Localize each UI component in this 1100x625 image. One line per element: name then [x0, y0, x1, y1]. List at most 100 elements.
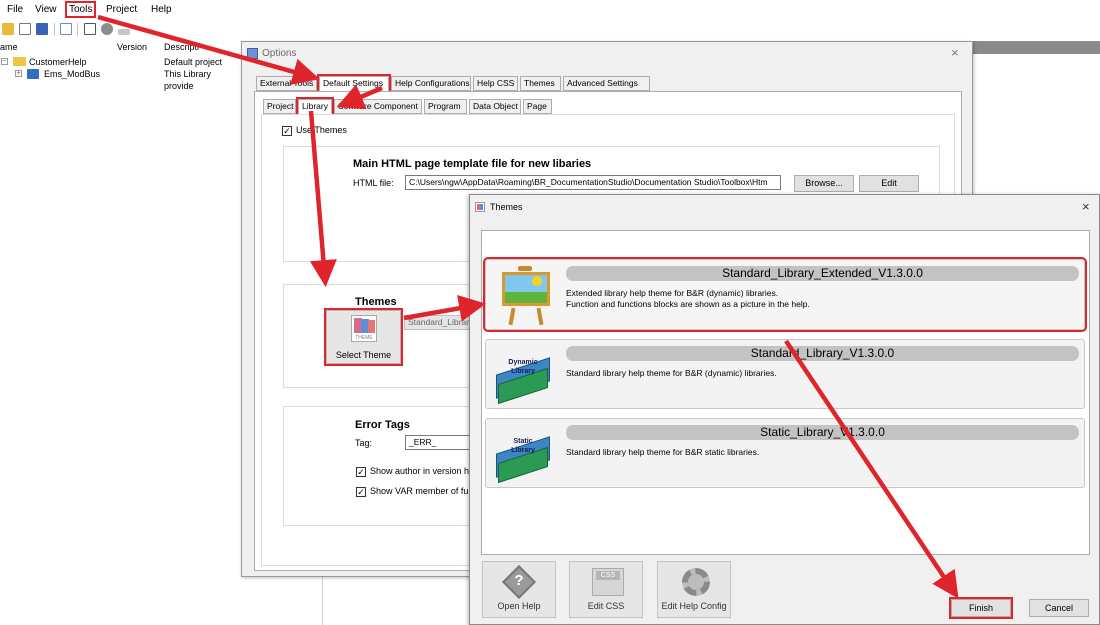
tab-themes[interactable]: Themes — [520, 76, 561, 91]
books-icon: Static Library — [494, 431, 554, 484]
book-label: Static Library — [511, 438, 535, 454]
browse-button[interactable]: Browse... — [794, 175, 854, 192]
tab-help-configurations[interactable]: Help Configurations — [391, 76, 471, 91]
css-icon-text: CSS — [596, 571, 620, 580]
html-file-input[interactable]: C:\Users\ngw\AppData\Roaming\BR_Document… — [405, 175, 781, 190]
theme-icon-text: THEME — [355, 335, 373, 341]
close-icon[interactable]: × — [951, 45, 959, 60]
theme-name: Standard_Library_Extended_V1.3.0.0 — [566, 266, 1079, 281]
new-file-icon[interactable] — [19, 23, 31, 35]
tree-item-label: Ems_ModBus — [44, 69, 101, 79]
select-theme-label: Select Theme — [335, 350, 392, 360]
theme-description: Standard library help theme for B&R stat… — [566, 447, 759, 458]
tree-item-label: CustomerHelp — [29, 57, 87, 67]
tab-bar: External Tools Default Settings Help Con… — [256, 74, 956, 93]
css-icon: CSS — [592, 568, 624, 596]
open-help-button[interactable]: ? Open Help — [482, 561, 556, 618]
theme-name: Standard_Library_V1.3.0.0 — [566, 346, 1079, 361]
edit-help-config-label: Edit Help Config — [661, 601, 727, 611]
book-label: Dynamic Library — [508, 359, 538, 375]
edit-help-config-button[interactable]: Edit Help Config — [657, 561, 731, 618]
dialog-title: Themes — [490, 202, 523, 212]
cancel-button[interactable]: Cancel — [1029, 599, 1089, 617]
column-version[interactable]: Version — [117, 42, 147, 52]
dialog-title: Options — [262, 48, 297, 59]
tag-label: Tag: — [355, 438, 373, 448]
menu-view[interactable]: View — [33, 3, 59, 16]
template-heading: Main HTML page template file for new lib… — [353, 158, 592, 170]
menu-project[interactable]: Project — [104, 3, 139, 16]
menu-help[interactable]: Help — [149, 3, 174, 16]
tree-row[interactable]: − CustomerHelp Default project — [0, 56, 240, 68]
folder-icon — [13, 57, 26, 66]
theme-description-line: Function and functions blocks are shown … — [566, 299, 810, 309]
save-icon[interactable] — [36, 23, 48, 35]
toolbar — [0, 20, 240, 39]
theme-description-line: Standard library help theme for B&R stat… — [566, 447, 760, 457]
show-var-checkbox[interactable]: ✓ — [356, 487, 366, 497]
tab-advanced-settings[interactable]: Advanced Settings — [563, 76, 650, 91]
subtab-software-component[interactable]: Software Component — [334, 99, 422, 114]
show-author-label: Show author in version his — [370, 466, 476, 476]
column-description[interactable]: Descripti — [164, 42, 199, 52]
subtab-data-object[interactable]: Data Object — [469, 99, 521, 114]
theme-icon-stripe — [480, 204, 483, 210]
toolbar-separator — [54, 23, 55, 36]
subtab-project[interactable]: Project — [263, 99, 296, 114]
tree-icon[interactable] — [60, 23, 72, 35]
menu-bar: File View Tools Project Help — [0, 0, 1100, 21]
easel-leg — [508, 307, 516, 326]
column-name[interactable]: ame — [0, 42, 18, 52]
edit-css-label: Edit CSS — [587, 601, 625, 611]
expand-icon[interactable]: + — [15, 70, 22, 77]
edit-button[interactable]: Edit — [859, 175, 919, 192]
theme-item-static[interactable]: Static Library Static_Library_V1.3.0.0 S… — [485, 418, 1085, 488]
toolbar-separator — [77, 23, 78, 36]
options-window-icon — [247, 48, 258, 59]
error-tags-heading: Error Tags — [355, 419, 410, 431]
theme-name: Static_Library_V1.3.0.0 — [566, 425, 1079, 440]
open-folder-icon[interactable] — [2, 23, 14, 35]
select-theme-button[interactable]: THEME Select Theme — [324, 308, 403, 366]
edit-css-button[interactable]: CSS Edit CSS — [569, 561, 643, 618]
gear-icon[interactable] — [101, 23, 113, 35]
tab-external-tools[interactable]: External Tools — [256, 76, 317, 91]
html-file-label: HTML file: — [353, 178, 394, 188]
tree-header: ame Version Descripti — [0, 40, 240, 55]
tab-default-settings[interactable]: Default Settings — [317, 74, 391, 93]
collapse-icon[interactable]: − — [1, 58, 8, 65]
easel-leg — [536, 307, 544, 326]
theme-item-extended[interactable]: Standard_Library_Extended_V1.3.0.0 Exten… — [483, 257, 1087, 332]
tab-help-css[interactable]: Help CSS — [473, 76, 518, 91]
themes-list: Standard_Library_Extended_V1.3.0.0 Exten… — [481, 230, 1090, 555]
gear-icon — [682, 568, 710, 596]
themes-heading: Themes — [355, 296, 397, 308]
show-author-checkbox[interactable]: ✓ — [356, 467, 366, 477]
subtab-program[interactable]: Program — [424, 99, 467, 114]
theme-description-line: Extended library help theme for B&R (dyn… — [566, 288, 779, 298]
tree-item-description: Default project — [164, 57, 223, 67]
theme-icon: THEME — [351, 315, 377, 342]
books-icon: Dynamic Library — [494, 352, 554, 405]
easel-hill — [505, 292, 547, 303]
subtab-bar: Project Library Software Component Progr… — [263, 97, 663, 116]
subtab-page[interactable]: Page — [523, 99, 552, 114]
build-icon[interactable] — [118, 29, 130, 35]
theme-description-line: Standard library help theme for B&R (dyn… — [566, 368, 777, 378]
theme-description: Extended library help theme for B&R (dyn… — [566, 288, 810, 310]
calendar-icon[interactable] — [84, 23, 96, 35]
themes-window-icon — [475, 202, 485, 212]
question-mark-icon: ? — [514, 572, 524, 589]
theme-item-standard[interactable]: Dynamic Library Standard_Library_V1.3.0.… — [485, 339, 1085, 409]
tree-row[interactable]: + Ems_ModBus This Library provide — [0, 68, 240, 91]
use-themes-checkbox[interactable]: ✓ — [282, 126, 292, 136]
menu-tools[interactable]: Tools — [64, 1, 97, 18]
finish-button[interactable]: Finish — [949, 597, 1013, 619]
menu-file[interactable]: File — [5, 3, 25, 16]
themes-dialog: Themes × Standard_Library_Extended_V1.3.… — [469, 194, 1100, 625]
theme-icon-stripe — [368, 320, 375, 333]
selected-theme-field: Standard_Librar — [404, 315, 476, 330]
subtab-library[interactable]: Library — [296, 97, 334, 116]
close-icon[interactable]: × — [1082, 199, 1090, 214]
easel-sun — [532, 276, 542, 286]
